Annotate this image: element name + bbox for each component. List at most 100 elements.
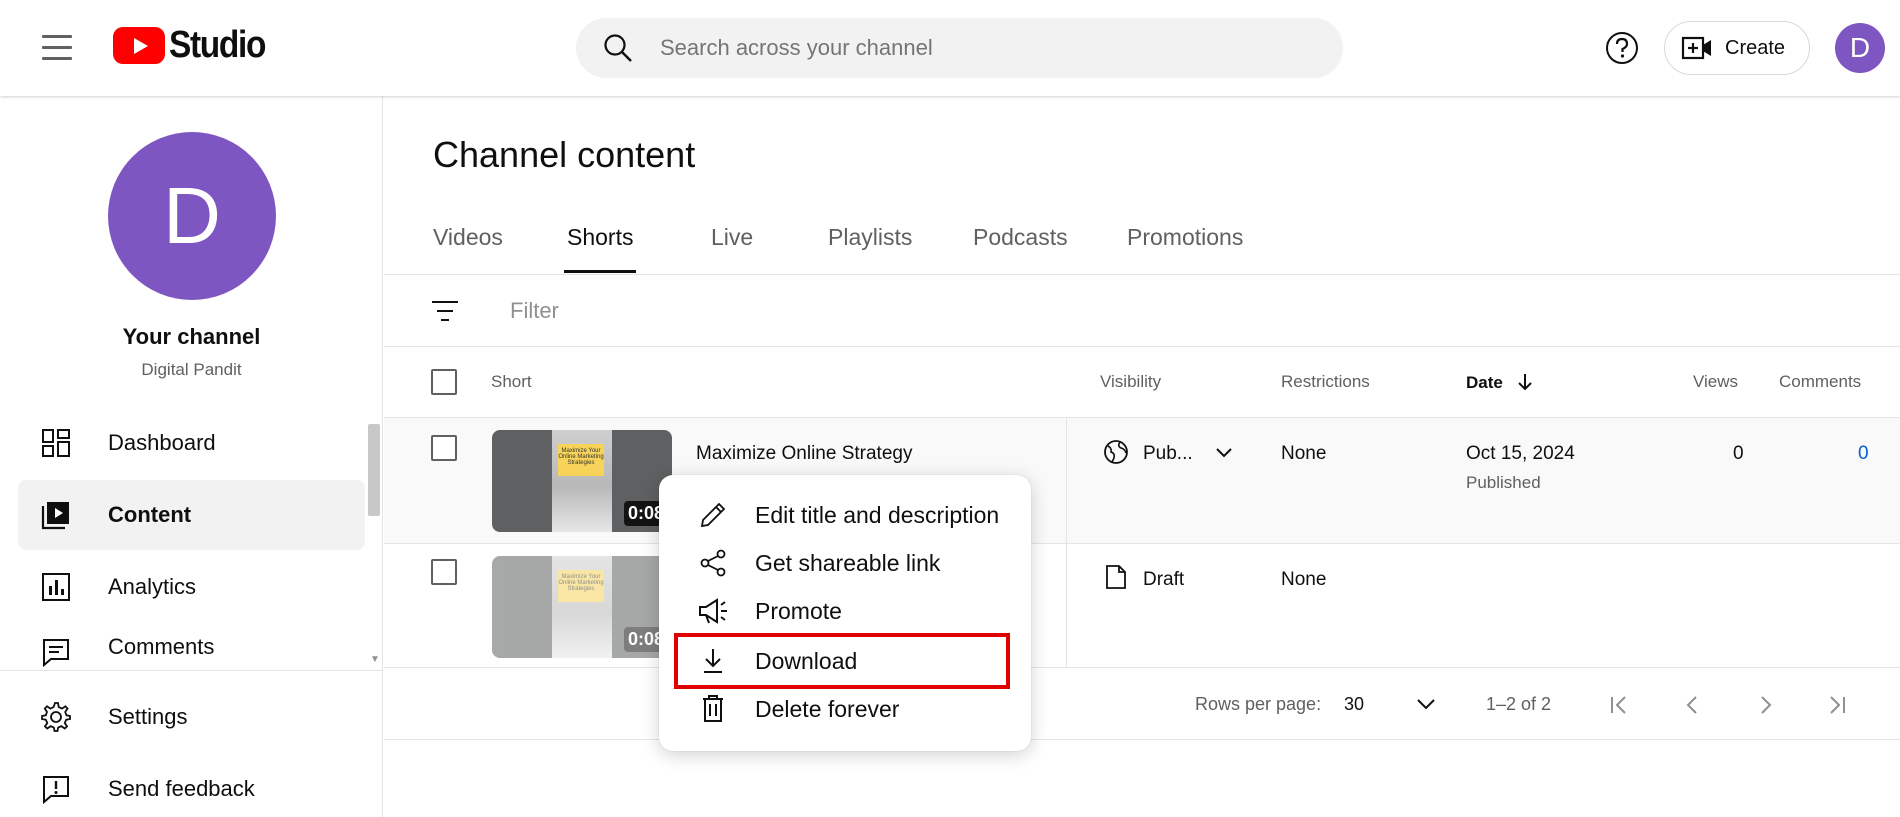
- account-avatar[interactable]: D: [1835, 23, 1885, 73]
- sidebar-scrollbar[interactable]: [368, 424, 380, 516]
- menu-item-label: Promote: [755, 597, 842, 624]
- menu-item-delete-forever[interactable]: Delete forever: [659, 685, 1031, 733]
- trash-icon: [697, 693, 729, 725]
- date-value: Oct 15, 2024: [1466, 443, 1575, 464]
- row-divider: [384, 543, 1900, 544]
- comments-icon: [38, 634, 74, 670]
- sidebar-item-label: Analytics: [108, 574, 197, 599]
- menu-item-promote[interactable]: Promote: [659, 587, 1031, 635]
- download-highlight-box: [674, 633, 1010, 689]
- row-checkbox[interactable]: [431, 559, 457, 585]
- sidebar-item-comments[interactable]: Comments: [18, 624, 365, 670]
- create-button-label: Create: [1725, 36, 1786, 59]
- tab-podcasts[interactable]: Podcasts: [973, 224, 1068, 274]
- tab-playlists[interactable]: Playlists: [828, 224, 912, 274]
- sidebar-item-label: Dashboard: [108, 430, 216, 455]
- sidebar-item-content[interactable]: Content: [18, 480, 365, 550]
- search-input[interactable]: [660, 18, 1300, 78]
- filter-divider: [384, 346, 1900, 347]
- draft-document-icon: [1106, 565, 1126, 589]
- analytics-icon: [38, 569, 74, 605]
- visibility-value[interactable]: Pub...: [1143, 443, 1193, 465]
- tab-promotions[interactable]: Promotions: [1127, 224, 1243, 274]
- previous-page-icon[interactable]: [1680, 692, 1706, 718]
- last-page-icon[interactable]: [1823, 692, 1849, 718]
- megaphone-icon: [697, 595, 729, 627]
- feedback-icon: [38, 771, 74, 807]
- restrictions-value: None: [1281, 443, 1327, 464]
- visibility-value: Draft: [1143, 569, 1185, 590]
- menu-item-get-shareable-link[interactable]: Get shareable link: [659, 539, 1031, 587]
- visibility-dropdown-chevron-icon[interactable]: [1214, 446, 1234, 460]
- thumbnail-text: Maximize Your Online Marketing Strategie…: [558, 444, 604, 476]
- sidebar-item-send-feedback[interactable]: Send feedback: [18, 754, 365, 817]
- menu-item-label: Edit title and description: [755, 501, 1000, 528]
- sidebar-item-analytics[interactable]: Analytics: [18, 552, 365, 622]
- video-options-menu: Edit title and description Get shareable…: [659, 475, 1031, 751]
- filter-input[interactable]: Filter: [510, 298, 559, 324]
- thumbnail-text: Maximize Your Online Marketing Strategie…: [558, 570, 604, 602]
- pagination-divider: [384, 739, 1900, 740]
- column-header-short: Short: [491, 372, 532, 391]
- row-checkbox[interactable]: [431, 435, 457, 461]
- column-header-visibility: Visibility: [1100, 372, 1162, 391]
- rows-per-page-select[interactable]: 30: [1344, 694, 1364, 715]
- menu-item-edit-title[interactable]: Edit title and description: [659, 491, 1031, 539]
- scroll-down-arrow-icon[interactable]: ▼: [370, 654, 380, 665]
- channel-avatar[interactable]: D: [108, 132, 276, 300]
- create-video-icon: [1681, 36, 1711, 60]
- date-header-label: Date: [1466, 373, 1503, 392]
- globe-public-icon: [1104, 440, 1128, 464]
- sort-down-arrow-icon: [1517, 374, 1532, 391]
- search-bar[interactable]: [576, 18, 1343, 78]
- youtube-studio-logo[interactable]: Studio: [113, 24, 278, 67]
- video-title[interactable]: Maximize Online Strategy: [696, 443, 912, 465]
- create-button[interactable]: Create: [1664, 21, 1810, 75]
- active-tab-indicator: [564, 270, 636, 273]
- help-icon[interactable]: [1603, 29, 1641, 67]
- filter-icon[interactable]: [430, 298, 460, 324]
- sidebar: D Your channel Digital Pandit Dashboard …: [0, 96, 383, 817]
- table-bottom-divider: [384, 667, 1900, 668]
- sidebar-divider: [0, 670, 383, 671]
- content-icon: [38, 497, 74, 533]
- rows-per-page-chevron-icon[interactable]: [1415, 697, 1437, 711]
- pagination-range: 1–2 of 2: [1486, 694, 1552, 714]
- publish-status: Published: [1466, 473, 1541, 492]
- settings-gear-icon: [38, 699, 74, 735]
- first-page-icon[interactable]: [1607, 692, 1633, 718]
- channel-name: Digital Pandit: [141, 360, 242, 379]
- next-page-icon[interactable]: [1752, 692, 1778, 718]
- tab-videos[interactable]: Videos: [433, 224, 503, 274]
- video-thumbnail[interactable]: Maximize Your Online Marketing Strategie…: [492, 430, 672, 532]
- tab-live[interactable]: Live: [711, 224, 753, 274]
- column-header-comments: Comments: [1779, 372, 1862, 391]
- sidebar-item-dashboard[interactable]: Dashboard: [18, 408, 365, 478]
- video-thumbnail[interactable]: Maximize Your Online Marketing Strategie…: [492, 556, 672, 658]
- menu-item-label: Delete forever: [755, 695, 900, 722]
- hamburger-menu-icon[interactable]: [38, 30, 76, 66]
- search-icon[interactable]: [602, 32, 634, 64]
- dashboard-icon: [38, 425, 74, 461]
- page-title: Channel content: [433, 134, 696, 175]
- select-all-checkbox[interactable]: [431, 369, 457, 395]
- top-header: Studio Create D: [0, 0, 1900, 96]
- comments-value[interactable]: 0: [1858, 443, 1869, 465]
- sidebar-item-label: Comments: [108, 634, 215, 659]
- youtube-play-icon: [113, 27, 165, 64]
- tabs-divider: [384, 274, 1900, 275]
- pencil-icon: [697, 499, 729, 531]
- tab-shorts[interactable]: Shorts: [567, 224, 633, 274]
- sidebar-item-label: Content: [108, 502, 192, 527]
- views-value: 0: [1733, 443, 1744, 464]
- rows-per-page-label: Rows per page:: [1195, 694, 1322, 714]
- column-header-restrictions: Restrictions: [1281, 372, 1370, 391]
- menu-item-label: Get shareable link: [755, 549, 941, 576]
- channel-title: Your channel: [122, 324, 261, 349]
- sidebar-item-settings[interactable]: Settings: [18, 682, 365, 752]
- column-header-date[interactable]: Date: [1466, 372, 1534, 393]
- sidebar-item-label: Settings: [108, 704, 188, 729]
- logo-text: Studio: [169, 24, 266, 66]
- share-icon: [697, 547, 729, 579]
- restrictions-value: None: [1281, 569, 1327, 590]
